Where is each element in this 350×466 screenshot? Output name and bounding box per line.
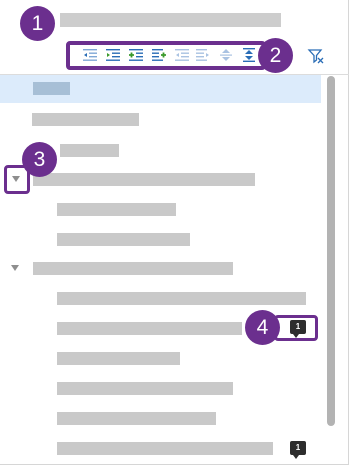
vertical-scrollbar[interactable]: [327, 76, 335, 426]
callout-2-box: [66, 41, 266, 70]
callout-3: 3: [22, 142, 57, 177]
tree-row[interactable]: [57, 442, 273, 455]
tree-row[interactable]: [57, 292, 306, 305]
tree-row[interactable]: [57, 412, 216, 425]
tree-row[interactable]: [32, 113, 139, 126]
filter-button[interactable]: [307, 47, 325, 65]
callout-1: 1: [20, 6, 55, 41]
tree-row[interactable]: [57, 233, 190, 246]
tree-row-label: [33, 82, 70, 95]
callout-4: 4: [245, 310, 280, 345]
tree-row[interactable]: [57, 203, 176, 216]
comment-badge-icon[interactable]: 1: [290, 441, 306, 459]
filter-icon: [307, 49, 324, 64]
callout-2: 2: [258, 38, 293, 73]
panel-title: [60, 13, 281, 27]
comment-badge-icon[interactable]: 1: [290, 320, 306, 338]
tree-row[interactable]: [33, 262, 233, 275]
expand-toggle-icon[interactable]: [11, 265, 19, 271]
tree-row[interactable]: [57, 322, 242, 335]
tree-row[interactable]: [57, 352, 180, 365]
tree-row[interactable]: [33, 173, 255, 186]
tree-row[interactable]: [60, 144, 119, 157]
tree-row[interactable]: [57, 382, 233, 395]
